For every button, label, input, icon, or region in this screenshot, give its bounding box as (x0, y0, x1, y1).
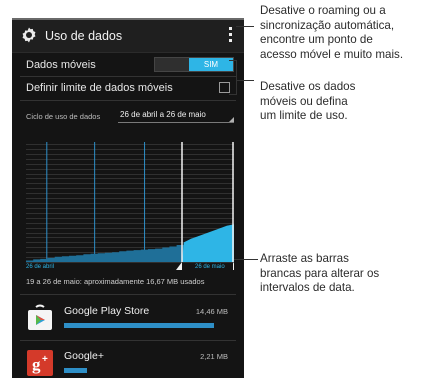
mobile-data-toggle[interactable]: SIM (154, 57, 234, 72)
data-limit-checkbox[interactable] (219, 82, 230, 93)
app-size: 14,46 MB (195, 307, 228, 316)
data-limit-label: Definir limite de dados móveis (26, 82, 173, 94)
app-usage-bar (64, 368, 87, 373)
callout-line-text: Desative o roaming ou a (260, 4, 386, 17)
callout-line (234, 259, 258, 260)
divider (20, 340, 236, 341)
app-name: Google+ (64, 350, 104, 362)
app-row-play-store[interactable]: Google Play Store 14,46 MB (12, 297, 244, 339)
phone-screen: Uso de dados Dados móveis SIM Definir li… (12, 18, 244, 378)
app-size: 2,21 MB (200, 352, 228, 361)
callout-line (236, 26, 254, 27)
callout-line-text: brancas para alterar os (260, 266, 380, 280)
gear-icon[interactable] (20, 26, 38, 44)
app-name: Google Play Store (64, 305, 150, 317)
callout-line (236, 80, 254, 81)
divider (20, 294, 236, 295)
callout-line-text: acesso móvel e muito mais. (260, 47, 404, 61)
divider (20, 100, 236, 101)
overflow-menu-icon[interactable] (227, 27, 233, 43)
action-bar: Uso de dados (12, 20, 244, 53)
mobile-data-label: Dados móveis (26, 59, 96, 71)
callout-line (229, 94, 236, 95)
callout-roaming: Desative o roaming ou a sincronização au… (260, 4, 403, 62)
callout-line-text: um limite de uso. (260, 109, 348, 122)
callout-bars: Arraste as barras brancas para alterar o… (260, 252, 379, 296)
toggle-value: SIM (189, 58, 233, 71)
google-plus-icon: g + (27, 350, 53, 376)
usage-summary: 19 a 26 de maio: aproximadamente 16,67 M… (26, 277, 205, 286)
callout-line-text: móveis ou defina (260, 94, 348, 108)
page-title: Uso de dados (45, 29, 123, 43)
play-store-icon (28, 304, 52, 330)
callout-data: Desative os dados móveis ou defina um li… (260, 80, 355, 124)
chart-selected-range (182, 224, 234, 262)
cycle-dropdown[interactable]: 26 de abril a 26 de maio (118, 108, 234, 123)
app-usage-bar (64, 323, 214, 328)
callout-line-text: Desative os dados (260, 80, 356, 93)
callout-line-text: encontre um ponto de (260, 33, 373, 46)
svg-text:g: g (32, 355, 41, 374)
cycle-label: Ciclo de uso de dados (26, 112, 101, 121)
dropdown-arrow-icon (229, 117, 234, 122)
app-row-google-plus[interactable]: g + Google+ 2,21 MB (12, 342, 244, 378)
cycle-value: 26 de abril a 26 de maio (120, 110, 206, 119)
range-start-grip (176, 262, 182, 270)
axis-end-label: 26 de maio (195, 264, 225, 270)
callout-line (229, 60, 236, 61)
range-end-grip (233, 262, 234, 270)
axis-start-label: 26 de abril (26, 264, 55, 270)
svg-text:+: + (42, 354, 48, 365)
divider (20, 76, 236, 77)
callout-line-text: Arraste as barras (260, 252, 349, 265)
data-usage-chart (26, 142, 234, 270)
callout-line-text: intervalos de data. (260, 281, 355, 294)
callout-line-text: sincronização automática, (260, 18, 395, 32)
callout-line (236, 60, 237, 95)
